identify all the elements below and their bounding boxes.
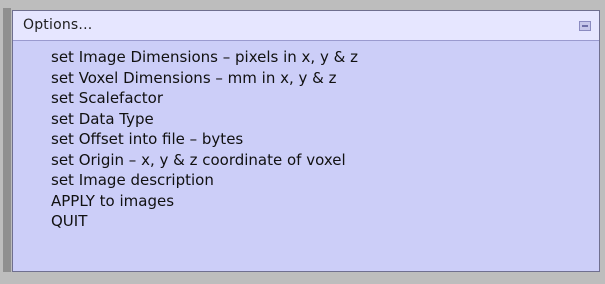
menu-title-bar[interactable]: Options... (13, 11, 599, 41)
menu-item-offset[interactable]: set Offset into file – bytes (13, 129, 599, 150)
options-menu: Options... set Image Dimensions – pixels… (12, 10, 600, 272)
menu-item-voxel-dimensions[interactable]: set Voxel Dimensions – mm in x, y & z (13, 68, 599, 89)
menu-item-apply[interactable]: APPLY to images (13, 191, 599, 212)
menu-collapse-icon[interactable] (579, 21, 591, 31)
menu-items: set Image Dimensions – pixels in x, y & … (13, 47, 599, 232)
menu-item-origin[interactable]: set Origin – x, y & z coordinate of voxe… (13, 150, 599, 171)
menu-item-quit[interactable]: QUIT (13, 211, 599, 232)
menu-item-data-type[interactable]: set Data Type (13, 109, 599, 130)
menu-item-image-dimensions[interactable]: set Image Dimensions – pixels in x, y & … (13, 47, 599, 68)
left-scroll-edge (3, 8, 11, 272)
menu-title: Options... (23, 17, 93, 33)
menu-item-image-description[interactable]: set Image description (13, 170, 599, 191)
options-window: Options... set Image Dimensions – pixels… (0, 0, 605, 284)
menu-item-scalefactor[interactable]: set Scalefactor (13, 88, 599, 109)
